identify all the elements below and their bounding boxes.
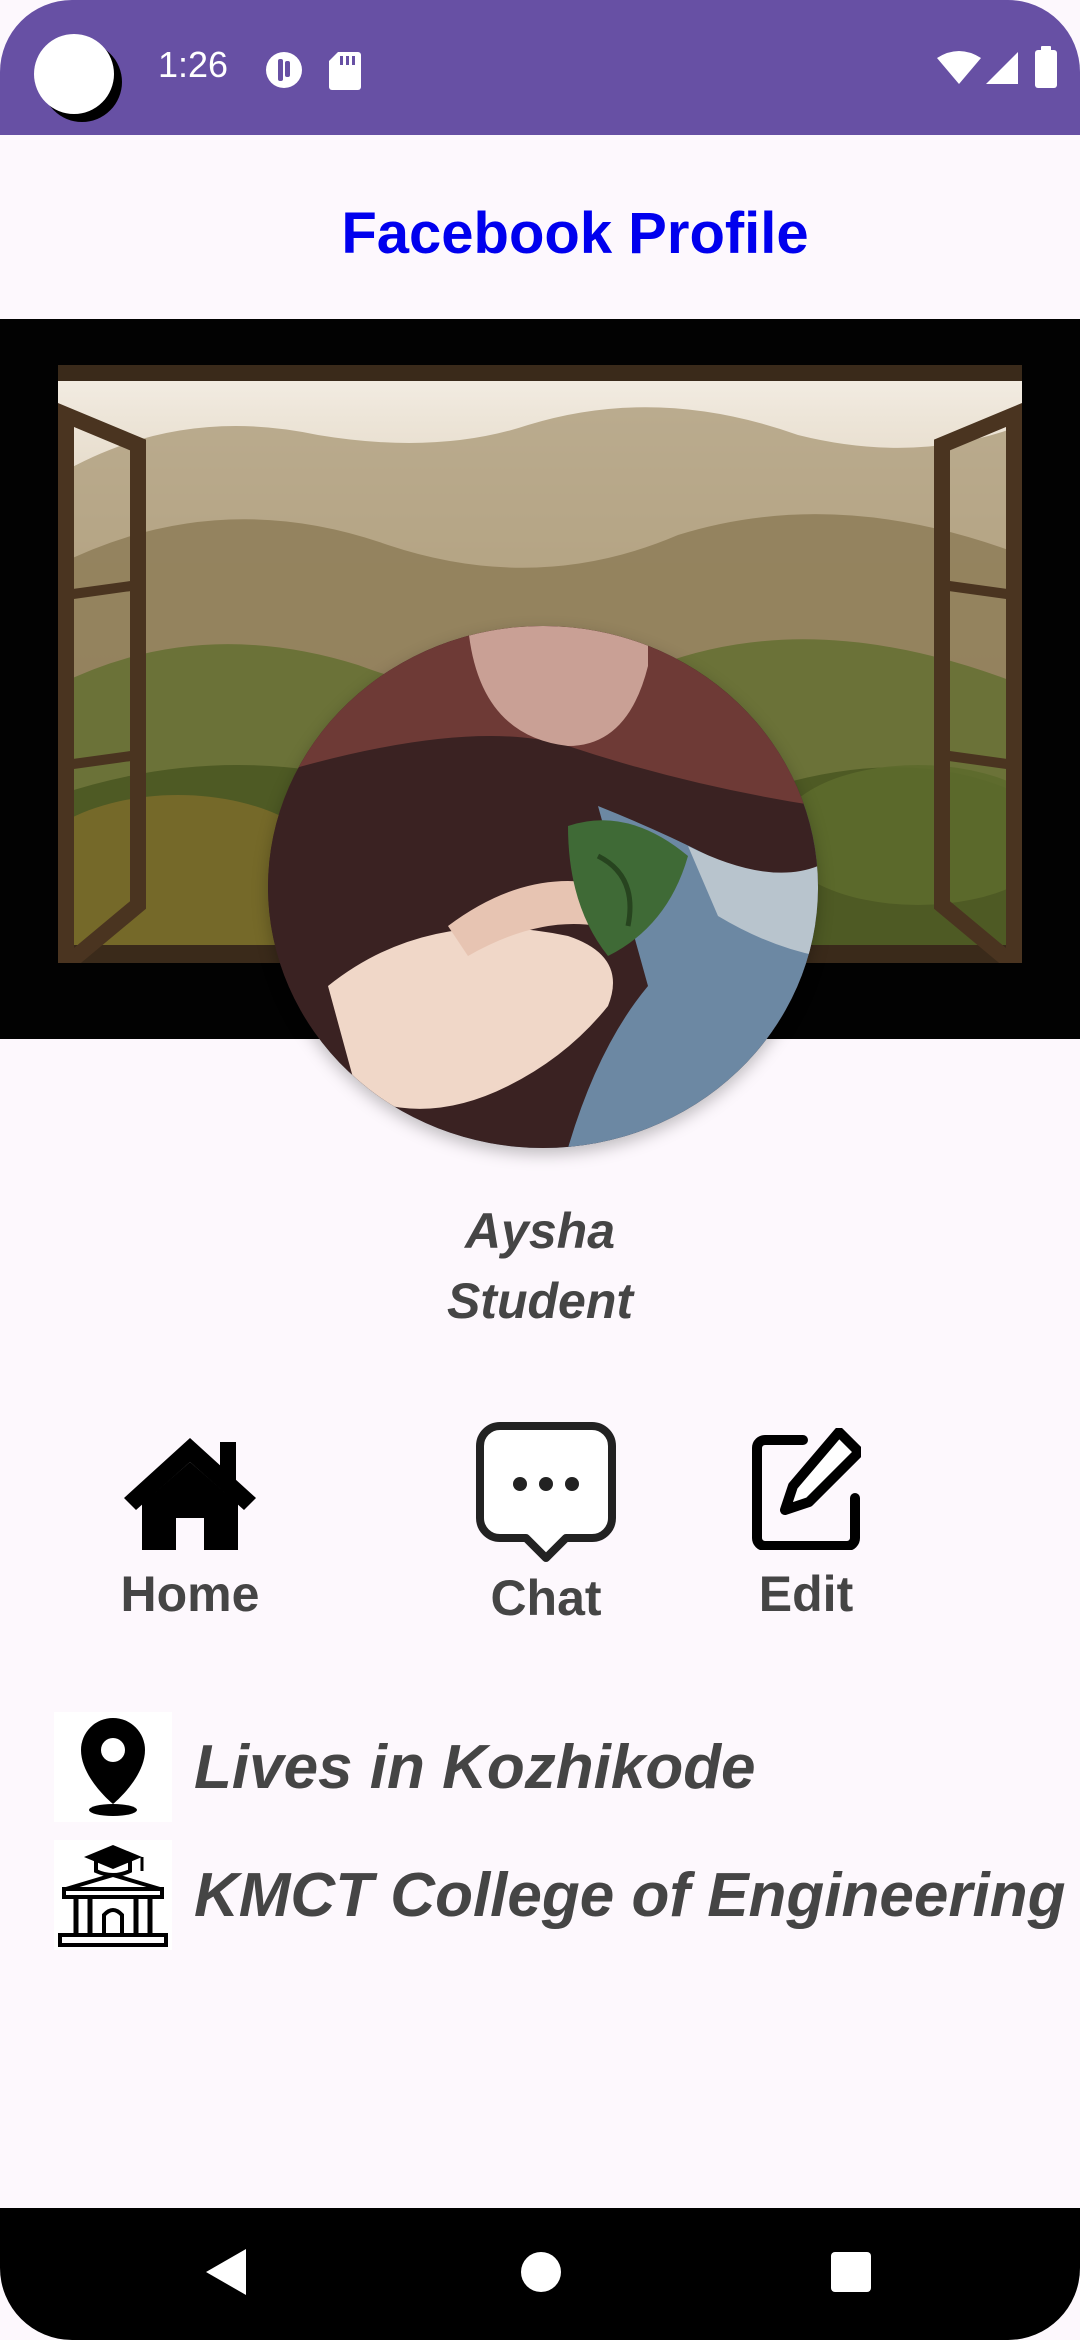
home-icon <box>120 1438 260 1554</box>
camera-cutout-icon <box>34 34 114 114</box>
page-title: Facebook Profile <box>341 201 809 266</box>
profile-role: Student <box>446 1273 634 1329</box>
back-icon <box>202 2247 248 2302</box>
profile-name: Aysha <box>464 1203 616 1259</box>
chat-icon <box>474 1422 618 1568</box>
home-circle-icon <box>520 2251 562 2298</box>
education-row: KMCT College of Engineering <box>54 1840 1065 1950</box>
edit-button[interactable]: Edit <box>736 1427 876 1623</box>
location-text: Lives in Kozhikode <box>194 1732 756 1802</box>
location-pin-icon <box>54 1712 172 1822</box>
back-button[interactable] <box>180 2208 270 2340</box>
chat-label: Chat <box>490 1570 602 1626</box>
education-text: KMCT College of Engineering <box>194 1860 1066 1930</box>
profile-photo[interactable] <box>268 626 818 1148</box>
home-label: Home <box>120 1566 260 1622</box>
recents-icon <box>830 2251 872 2298</box>
screen: 1:26 Facebook Profile Aysha Student Home… <box>0 0 1080 2340</box>
home-nav-button[interactable] <box>496 2208 586 2340</box>
edit-icon <box>751 1427 864 1554</box>
status-time: 1:26 <box>158 44 229 85</box>
recents-button[interactable] <box>806 2208 896 2340</box>
cell-signal-icon <box>984 50 1020 91</box>
home-button[interactable]: Home <box>110 1432 270 1623</box>
data-saver-icon <box>264 50 304 95</box>
edit-label: Edit <box>758 1566 854 1622</box>
wifi-icon <box>936 50 982 91</box>
sd-card-icon <box>328 50 362 95</box>
chat-button[interactable]: Chat <box>466 1420 626 1627</box>
battery-icon <box>1034 46 1058 93</box>
location-row: Lives in Kozhikode <box>54 1712 756 1822</box>
navigation-bar <box>0 2208 1080 2340</box>
college-icon <box>54 1840 172 1950</box>
status-bar: 1:26 <box>0 0 1080 135</box>
